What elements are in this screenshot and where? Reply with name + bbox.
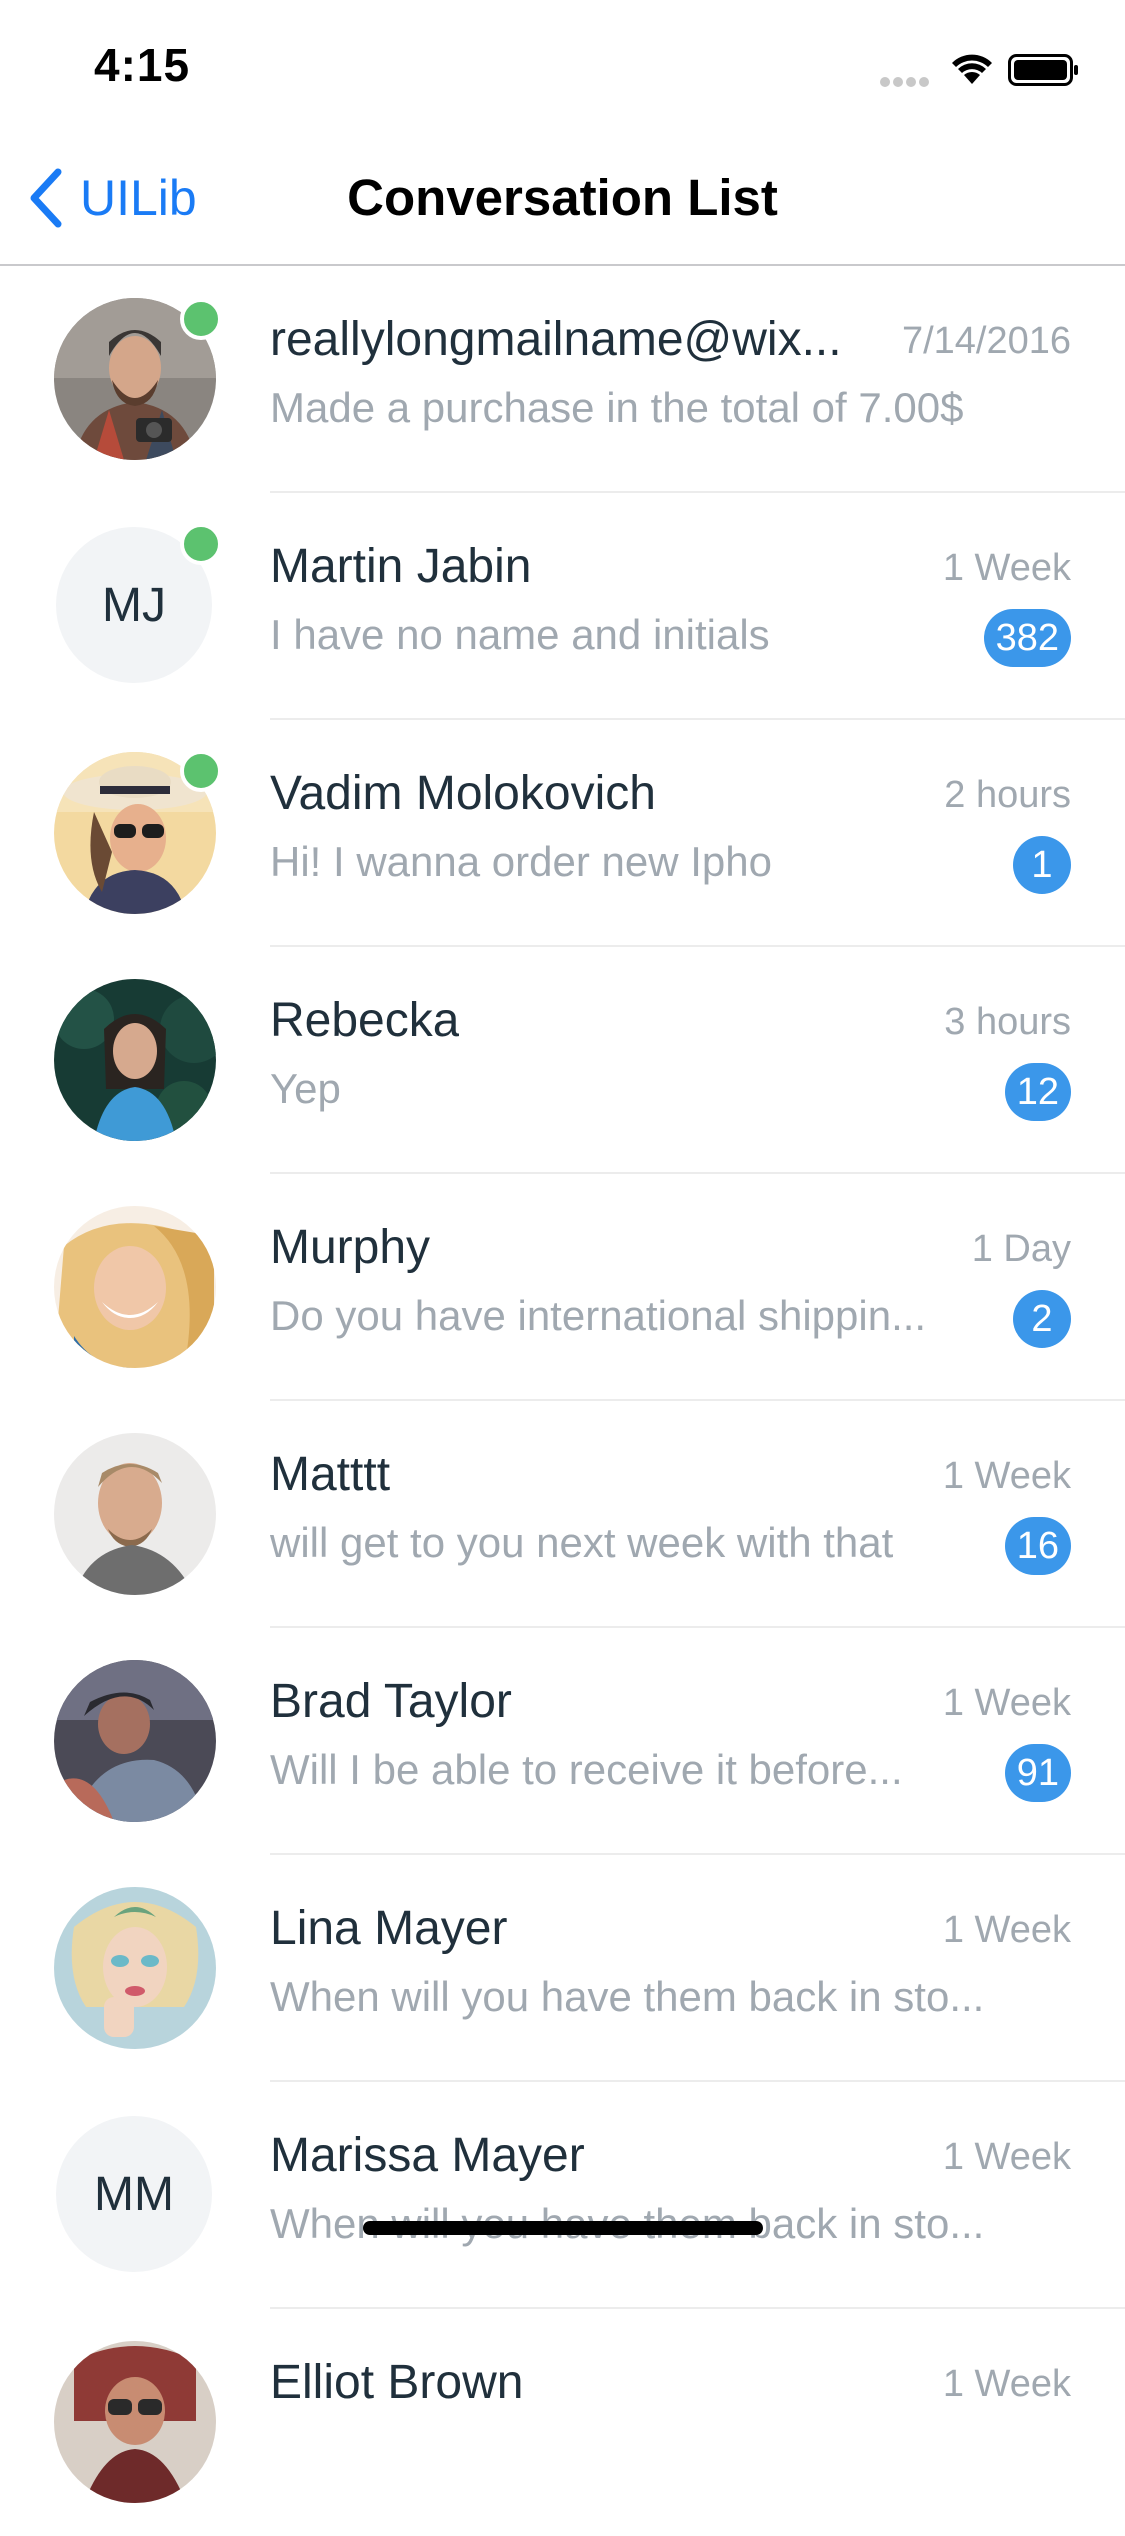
- timestamp: 1 Week: [942, 2136, 1071, 2178]
- timestamp: 3 hours: [944, 1001, 1071, 1043]
- contact-name: reallylongmailname@wix...: [270, 313, 842, 366]
- conversation-row[interactable]: Vadim Molokovich 2 hours Hi! I wanna ord…: [0, 720, 1125, 947]
- avatar: [54, 979, 216, 1141]
- status-time: 4:15: [94, 39, 191, 91]
- contact-name: Martin Jabin: [270, 540, 532, 593]
- timestamp: 7/14/2016: [901, 320, 1071, 362]
- avatar: [54, 1433, 216, 1595]
- timestamp: 1 Week: [942, 1909, 1071, 1951]
- unread-badge: 382: [983, 609, 1071, 667]
- cellular-signal-icon: [880, 74, 934, 87]
- page-title: Conversation List: [347, 169, 778, 226]
- message-preview: Do you have international shippin...: [270, 1292, 927, 1339]
- contact-name: Murphy: [270, 1221, 431, 1274]
- contact-name: Brad Taylor: [270, 1675, 512, 1728]
- conversation-row[interactable]: Matttt 1 Week will get to you next week …: [0, 1401, 1125, 1628]
- conversation-row[interactable]: Brad Taylor 1 Week Will I be able to rec…: [0, 1628, 1125, 1855]
- conversation-row[interactable]: Rebecka 3 hours Yep 12: [0, 947, 1125, 1174]
- conversation-row[interactable]: Murphy 1 Day Do you have international s…: [0, 1174, 1125, 1401]
- online-indicator: [180, 750, 222, 792]
- timestamp: 1 Day: [971, 1228, 1071, 1270]
- unread-badge: 2: [1013, 1290, 1071, 1348]
- contact-name: Vadim Molokovich: [270, 767, 656, 820]
- wifi-icon: [952, 54, 992, 84]
- conversation-row[interactable]: Lina Mayer 1 Week When will you have the…: [0, 1855, 1125, 2082]
- status-bar: 4:15: [0, 0, 1125, 132]
- timestamp: 1 Week: [942, 1455, 1071, 1497]
- message-preview: will get to you next week with that: [270, 1519, 894, 1566]
- conversation-row[interactable]: Elliot Brown 1 Week: [0, 2309, 1125, 2536]
- conversation-list: reallylongmailname@wix... 7/14/2016 Made…: [0, 266, 1125, 2536]
- contact-name: Matttt: [270, 1448, 391, 1501]
- unread-badge: 12: [1004, 1063, 1071, 1121]
- navigation-bar: UILib Conversation List: [0, 132, 1125, 266]
- message-preview: I have no name and initials: [270, 611, 770, 658]
- unread-badge: 91: [1004, 1744, 1071, 1802]
- message-preview: When will you have them back in sto...: [270, 1973, 985, 2020]
- avatar: [54, 1660, 216, 1822]
- message-preview: Hi! I wanna order new Ipho: [270, 838, 772, 885]
- timestamp: 1 Week: [942, 547, 1071, 589]
- message-preview: Yep: [270, 1065, 341, 1112]
- contact-name: Elliot Brown: [270, 2356, 524, 2409]
- timestamp: 1 Week: [942, 1682, 1071, 1724]
- avatar: [54, 1206, 216, 1368]
- message-preview: Will I be able to receive it before...: [270, 1746, 903, 1793]
- conversation-row[interactable]: MM Marissa Mayer 1 Week When will you ha…: [0, 2082, 1125, 2309]
- online-indicator: [180, 298, 222, 340]
- unread-badge: 1: [1013, 836, 1071, 894]
- contact-name: Rebecka: [270, 994, 460, 1047]
- avatar: [54, 2341, 216, 2503]
- conversation-row[interactable]: MJ Martin Jabin 1 Week I have no name an…: [0, 493, 1125, 720]
- avatar-initials: MM: [56, 2116, 212, 2272]
- unread-badge: 16: [1004, 1517, 1071, 1575]
- contact-name: Lina Mayer: [270, 1902, 508, 1955]
- timestamp: 1 Week: [942, 2363, 1071, 2405]
- online-indicator: [180, 523, 222, 565]
- avatar: [54, 1887, 216, 2049]
- message-preview: Made a purchase in the total of 7.00$: [270, 384, 964, 431]
- contact-name: Marissa Mayer: [270, 2129, 585, 2182]
- timestamp: 2 hours: [944, 774, 1071, 816]
- battery-icon: [1008, 54, 1078, 86]
- home-indicator[interactable]: [363, 2221, 763, 2235]
- conversation-row[interactable]: reallylongmailname@wix... 7/14/2016 Made…: [0, 266, 1125, 493]
